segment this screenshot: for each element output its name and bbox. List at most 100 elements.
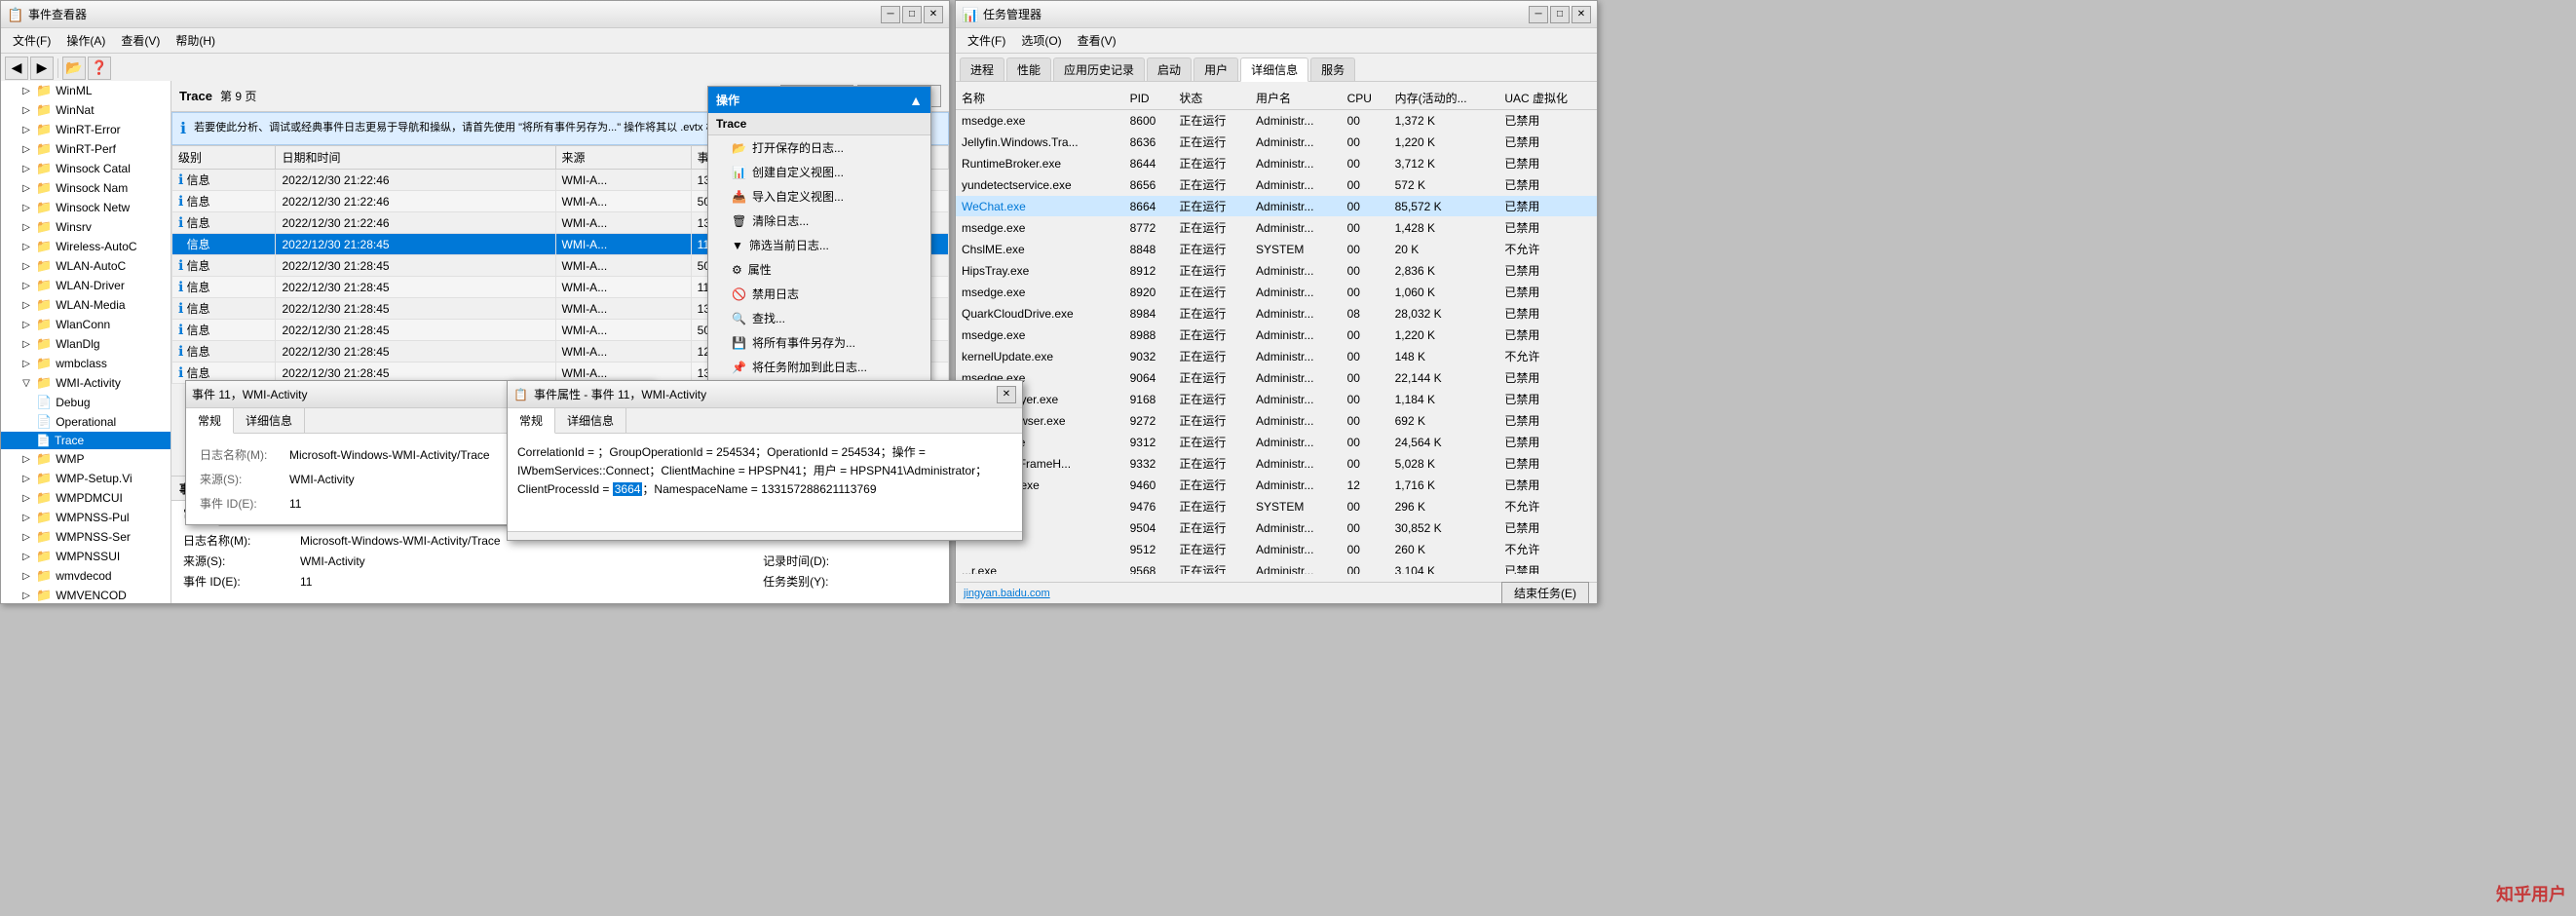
tree-item-wmbclass[interactable]: ▷📁wmbclass xyxy=(1,354,170,373)
minimize-button[interactable]: ─ xyxy=(881,6,900,23)
col-source[interactable]: 来源 xyxy=(555,146,691,170)
tab-startup[interactable]: 启动 xyxy=(1147,57,1192,81)
menu-action[interactable]: 操作(A) xyxy=(58,30,113,51)
tree-item-wmpdmcui[interactable]: ▷📁WMPDMCUI xyxy=(1,488,170,508)
maximize-button[interactable]: □ xyxy=(902,6,922,23)
tm-minimize-button[interactable]: ─ xyxy=(1529,6,1548,23)
action-import-view[interactable]: 📥 导入自定义视图... xyxy=(708,184,930,209)
tree-item-winsock-nam[interactable]: ▷📁Winsock Nam xyxy=(1,178,170,198)
list-item[interactable]: kernelUpdate.exe 9032 正在运行 Administr... … xyxy=(956,346,1597,367)
action-clear-log[interactable]: 🗑 清除日志... xyxy=(708,209,930,233)
list-item[interactable]: msedge.exe 8988 正在运行 Administr... 00 1,2… xyxy=(956,324,1597,346)
list-item[interactable]: HipsTray.exe 8912 正在运行 Administr... 00 2… xyxy=(956,260,1597,282)
tree-item-winsrv[interactable]: ▷📁Winsrv xyxy=(1,217,170,237)
tm-maximize-button[interactable]: □ xyxy=(1550,6,1570,23)
tree-item-wlanconn[interactable]: ▷📁WlanConn xyxy=(1,315,170,334)
tree-item-winsock-netw[interactable]: ▷📁Winsock Netw xyxy=(1,198,170,217)
list-item[interactable]: msedge.exe 9312 正在运行 Administr... 00 24,… xyxy=(956,432,1597,453)
list-item[interactable]: ...r.exe 9568 正在运行 Administr... 00 3,104… xyxy=(956,560,1597,575)
tree-item-wlan-autoc[interactable]: ▷📁WLAN-AutoC xyxy=(1,256,170,276)
tree-item-wlan-media[interactable]: ▷📁WLAN-Media xyxy=(1,295,170,315)
list-item[interactable]: RuntimeBroker.exe 8644 正在运行 Administr...… xyxy=(956,153,1597,174)
list-item[interactable]: ARCCHBP.exe 9460 正在运行 Administr... 12 1,… xyxy=(956,475,1597,496)
menu-file[interactable]: 文件(F) xyxy=(5,30,58,51)
action-filter[interactable]: ▼ 筛选当前日志... xyxy=(708,233,930,257)
tree-item-wmvdecod[interactable]: ▷📁wmvdecod xyxy=(1,566,170,586)
list-item[interactable]: yundetectservice.exe 8656 正在运行 Administr… xyxy=(956,174,1597,196)
tm-col-status[interactable]: 状态 xyxy=(1173,87,1250,110)
forward-button[interactable]: ▶ xyxy=(30,57,54,80)
event-props-tab-general[interactable]: 常规 xyxy=(508,408,555,434)
menu-view[interactable]: 查看(V) xyxy=(113,30,168,51)
tab-processes[interactable]: 进程 xyxy=(960,57,1004,81)
tab-users[interactable]: 用户 xyxy=(1193,57,1238,81)
list-item[interactable]: WeChat.exe 8664 正在运行 Administr... 00 85,… xyxy=(956,196,1597,217)
list-item[interactable]: msedge.exe 8920 正在运行 Administr... 00 1,0… xyxy=(956,282,1597,303)
props-tab-detail[interactable]: 详细信息 xyxy=(234,408,305,433)
tree-item-operational[interactable]: 📄Operational xyxy=(1,412,170,432)
list-item[interactable]: WeChatPlayer.exe 9168 正在运行 Administr... … xyxy=(956,389,1597,410)
menu-help[interactable]: 帮助(H) xyxy=(168,30,223,51)
list-item[interactable]: 9512 正在运行 Administr... 00 260 K 不允许 xyxy=(956,539,1597,560)
tree-item-trace[interactable]: 📄Trace xyxy=(1,432,170,449)
list-item[interactable]: msedge.exe 8600 正在运行 Administr... 00 1,3… xyxy=(956,110,1597,132)
tree-item-winnat[interactable]: ▷📁WinNat xyxy=(1,100,170,120)
action-panel-expand-icon[interactable]: ▲ xyxy=(909,93,923,108)
tm-col-uac[interactable]: UAC 虚拟化 xyxy=(1498,87,1597,110)
list-item[interactable]: Jellyfin.Windows.Tra... 8636 正在运行 Admini… xyxy=(956,132,1597,153)
tab-details[interactable]: 详细信息 xyxy=(1240,57,1308,82)
tree-item-wlandlg[interactable]: ▷📁WlanDlg xyxy=(1,334,170,354)
tree-item-wlan-driver[interactable]: ▷📁WLAN-Driver xyxy=(1,276,170,295)
tree-item-winrt-error[interactable]: ▷📁WinRT-Error xyxy=(1,120,170,139)
tree-item-wmi-activity[interactable]: ▽📁WMI-Activity xyxy=(1,373,170,393)
tm-table-container[interactable]: 名称 PID 状态 用户名 CPU 内存(活动的... UAC 虚拟化 msed… xyxy=(956,87,1597,574)
tm-menu-file[interactable]: 文件(F) xyxy=(960,30,1013,51)
tm-link[interactable]: jingyan.baidu.com xyxy=(964,588,1050,599)
props-tab-general[interactable]: 常规 xyxy=(186,408,234,434)
tree-item-wmp-setup[interactable]: ▷📁WMP-Setup.Vi xyxy=(1,469,170,488)
tm-col-name[interactable]: 名称 xyxy=(956,87,1124,110)
action-properties[interactable]: ⚙ 属性 xyxy=(708,257,930,282)
col-datetime[interactable]: 日期和时间 xyxy=(276,146,555,170)
tm-col-memory[interactable]: 内存(活动的... xyxy=(1389,87,1499,110)
tm-col-pid[interactable]: PID xyxy=(1124,87,1174,110)
close-button[interactable]: ✕ xyxy=(924,6,943,23)
help-button[interactable]: ❓ xyxy=(88,57,111,80)
tree-item-wmp[interactable]: ▷📁WMP xyxy=(1,449,170,469)
end-task-button[interactable]: 结束任务(E) xyxy=(1501,582,1589,604)
back-button[interactable]: ◀ xyxy=(5,57,28,80)
list-item[interactable]: msedge.exe 8772 正在运行 Administr... 00 1,4… xyxy=(956,217,1597,239)
list-item[interactable]: ChslME.exe 8848 正在运行 SYSTEM 00 20 K 不允许 xyxy=(956,239,1597,260)
tm-menu-view[interactable]: 查看(V) xyxy=(1070,30,1124,51)
col-level[interactable]: 级别 xyxy=(172,146,276,170)
list-item[interactable]: ...r.exe 9504 正在运行 Administr... 00 30,85… xyxy=(956,517,1597,539)
tree-item-wmvencod[interactable]: ▷📁WMVENCOD xyxy=(1,586,170,603)
tm-col-cpu[interactable]: CPU xyxy=(1342,87,1389,110)
tree-item-wmpnss-ser[interactable]: ▷📁WMPNSS-Ser xyxy=(1,527,170,547)
tree-item-wmpnssui[interactable]: ▷📁WMPNSSUI xyxy=(1,547,170,566)
tree-item-debug[interactable]: 📄Debug xyxy=(1,393,170,412)
list-item[interactable]: ..nder.exe 9476 正在运行 SYSTEM 00 296 K 不允许 xyxy=(956,496,1597,517)
list-item[interactable]: QuarkCloudDrive.exe 8984 正在运行 Administr.… xyxy=(956,303,1597,324)
tab-services[interactable]: 服务 xyxy=(1310,57,1355,81)
tree-item-wmpnss-pul[interactable]: ▷📁WMPNSS-Pul xyxy=(1,508,170,527)
action-find[interactable]: 🔍 查找... xyxy=(708,306,930,330)
action-disable[interactable]: 🚫 禁用日志 xyxy=(708,282,930,306)
list-item[interactable]: msedge.exe 9064 正在运行 Administr... 00 22,… xyxy=(956,367,1597,389)
tree-item-winrt-perf[interactable]: ▷📁WinRT-Perf xyxy=(1,139,170,159)
list-item[interactable]: WechatBrowser.exe 9272 正在运行 Administr...… xyxy=(956,410,1597,432)
tree-item-winml[interactable]: ▷📁WinML xyxy=(1,81,170,100)
tm-close-button[interactable]: ✕ xyxy=(1572,6,1591,23)
tab-performance[interactable]: 性能 xyxy=(1006,57,1051,81)
folder-button[interactable]: 📂 xyxy=(62,57,86,80)
action-open-saved[interactable]: 📂 打开保存的日志... xyxy=(708,135,930,160)
tab-app-history[interactable]: 应用历史记录 xyxy=(1053,57,1145,81)
action-create-view[interactable]: 📊 创建自定义视图... xyxy=(708,160,930,184)
action-save-all[interactable]: 💾 将所有事件另存为... xyxy=(708,330,930,355)
event-props-close[interactable]: ✕ xyxy=(997,386,1016,403)
event-props-tab-detail[interactable]: 详细信息 xyxy=(555,408,626,433)
tm-col-user[interactable]: 用户名 xyxy=(1250,87,1342,110)
tree-item-wireless[interactable]: ▷📁Wireless-AutoC xyxy=(1,237,170,256)
action-attach-task[interactable]: 📌 将任务附加到此日志... xyxy=(708,355,930,379)
tree-item-winsock-catal[interactable]: ▷📁Winsock Catal xyxy=(1,159,170,178)
